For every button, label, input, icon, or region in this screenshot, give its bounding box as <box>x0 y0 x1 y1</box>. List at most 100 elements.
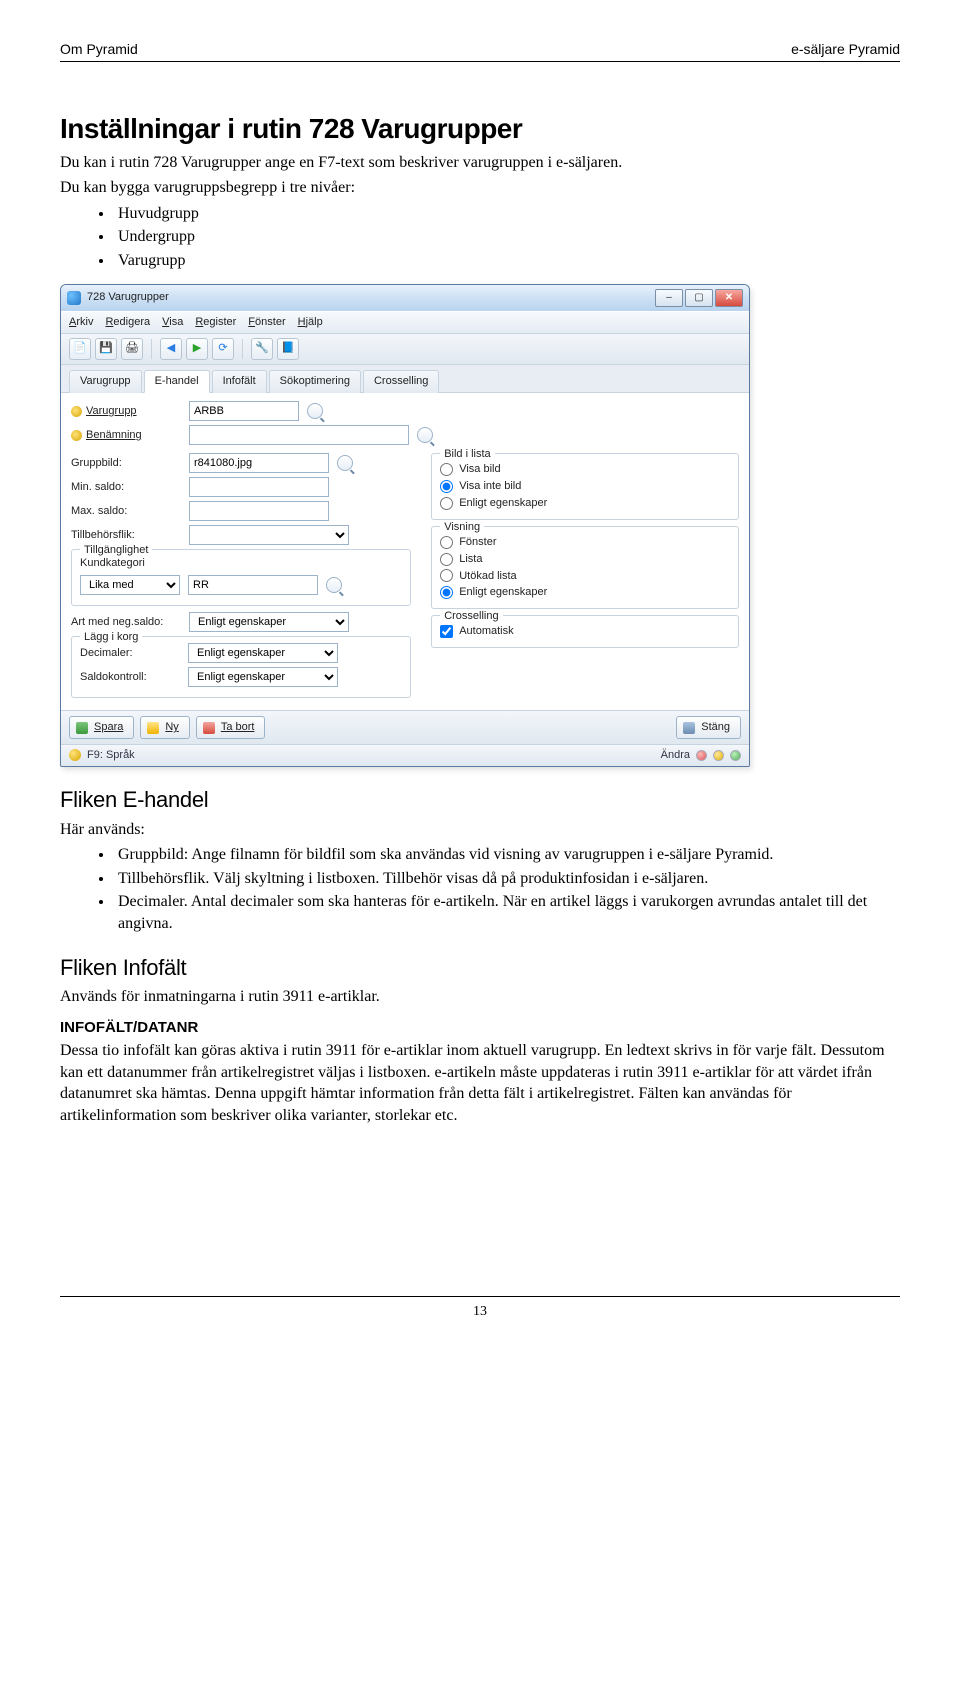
group-title: Bild i lista <box>440 447 494 462</box>
tab-sokoptimering[interactable]: Sökoptimering <box>269 370 361 394</box>
search-icon[interactable] <box>307 403 323 419</box>
group-title: Visning <box>440 520 484 535</box>
tab-row: Varugrupp E-handel Infofält Sökoptimerin… <box>61 365 749 394</box>
search-icon[interactable] <box>337 455 353 471</box>
status-right-text: Ändra <box>661 748 690 763</box>
toolbar-btn-7[interactable]: 🔧 <box>251 338 273 360</box>
minsaldo-input[interactable] <box>189 477 329 497</box>
ehandel-intro: Här används: <box>60 819 900 841</box>
gruppbild-input[interactable] <box>189 453 329 473</box>
toolbar-btn-3[interactable]: 🖨 <box>121 338 143 360</box>
save-button[interactable]: Spara <box>69 716 134 739</box>
menu-hjalp[interactable]: Hjälp <box>298 315 323 330</box>
tool-icon: 🔧 <box>255 341 269 356</box>
refresh-icon: ⟳ <box>218 341 227 356</box>
footer-rule <box>60 1296 900 1297</box>
window-title: 728 Varugrupper <box>87 290 649 305</box>
search-icon[interactable] <box>417 427 433 443</box>
app-icon <box>67 291 81 305</box>
titlebar: 728 Varugrupper – ▢ ✕ <box>61 285 749 311</box>
benamning-input[interactable] <box>189 425 409 445</box>
radio-enligt-egenskaper-vis[interactable]: Enligt egenskaper <box>440 585 730 600</box>
toolbar-refresh[interactable]: ⟳ <box>212 338 234 360</box>
varugrupp-input[interactable] <box>189 401 299 421</box>
toolbar-nav-fwd[interactable]: ▶ <box>186 338 208 360</box>
tillbehorsflik-label: Tillbehörsflik: <box>71 528 181 543</box>
list-item: Huvudgrupp <box>114 203 900 225</box>
infofalt-intro: Används för inmatningarna i rutin 3911 e… <box>60 986 900 1008</box>
radio-fonster[interactable]: Fönster <box>440 535 730 550</box>
tab-infofalt[interactable]: Infofält <box>212 370 267 394</box>
print-icon: 🖨 <box>125 341 139 356</box>
saldokontroll-select[interactable]: Enligt egenskaper <box>188 667 338 687</box>
intro-paragraph-1: Du kan i rutin 728 Varugrupper ange en F… <box>60 152 900 174</box>
status-dot-red <box>696 750 707 761</box>
group-crosselling: Crosselling Automatisk <box>431 615 739 648</box>
menu-redigera[interactable]: Redigera <box>105 315 150 330</box>
tillbehorsflik-select[interactable] <box>189 525 349 545</box>
decimaler-select[interactable]: Enligt egenskaper <box>188 643 338 663</box>
group-visning: Visning Fönster Lista Utökad lista Enlig… <box>431 526 739 609</box>
list-item: Varugrupp <box>114 250 900 272</box>
save-icon <box>76 722 88 734</box>
group-laggikorg: Lägg i korg Decimaler: Enligt egenskaper… <box>71 636 411 698</box>
key-icon <box>71 430 82 441</box>
likamed-input[interactable] <box>188 575 318 595</box>
check-automatisk[interactable]: Automatisk <box>440 624 730 639</box>
kundkategori-label: Kundkategori <box>80 556 180 571</box>
tab-crosselling[interactable]: Crosselling <box>363 370 439 394</box>
artnegsaldo-select[interactable]: Enligt egenskaper <box>189 612 349 632</box>
menu-arkiv[interactable]: Arkiv <box>69 315 93 330</box>
page-number: 13 <box>60 1303 900 1322</box>
list-item: Decimaler. Antal decimaler som ska hante… <box>114 891 900 934</box>
tab-varugrupp[interactable]: Varugrupp <box>69 370 142 394</box>
close-window-button[interactable]: ✕ <box>715 289 743 307</box>
heading-1: Inställningar i rutin 728 Varugrupper <box>60 110 900 148</box>
search-icon[interactable] <box>326 577 342 593</box>
decimaler-label: Decimaler: <box>80 646 180 661</box>
toolbar-btn-1[interactable]: 📄 <box>69 338 91 360</box>
header-right: e-säljare Pyramid <box>791 40 900 59</box>
status-dot-green <box>730 750 741 761</box>
page-header: Om Pyramid e-säljare Pyramid <box>60 40 900 62</box>
back-icon: ◀ <box>167 341 175 356</box>
status-icon <box>69 749 81 761</box>
artnegsaldo-label: Art med neg.saldo: <box>71 615 181 630</box>
menu-visa[interactable]: Visa <box>162 315 183 330</box>
delete-icon <box>203 722 215 734</box>
header-left: Om Pyramid <box>60 40 138 59</box>
ehandel-list: Gruppbild: Ange filnamn för bildfil som … <box>114 844 900 934</box>
list-item: Gruppbild: Ange filnamn för bildfil som … <box>114 844 900 866</box>
radio-enligt-egenskaper-bild[interactable]: Enligt egenskaper <box>440 496 730 511</box>
close-icon <box>683 722 695 734</box>
minimize-button[interactable]: – <box>655 289 683 307</box>
maxsaldo-input[interactable] <box>189 501 329 521</box>
window-controls: – ▢ ✕ <box>655 289 743 307</box>
radio-visa-inte-bild[interactable]: Visa inte bild <box>440 479 730 494</box>
new-icon <box>147 722 159 734</box>
new-button[interactable]: Ny <box>140 716 189 739</box>
radio-lista[interactable]: Lista <box>440 552 730 567</box>
form-area: Varugrupp Benämning Gruppbild: Min. sald… <box>61 393 749 710</box>
levels-list: Huvudgrupp Undergrupp Varugrupp <box>114 203 900 272</box>
menu-fonster[interactable]: Fönster <box>248 315 285 330</box>
toolbar-btn-2[interactable]: 💾 <box>95 338 117 360</box>
toolbar-btn-8[interactable]: 📘 <box>277 338 299 360</box>
doc-icon: 📄 <box>73 341 87 356</box>
delete-button[interactable]: Ta bort <box>196 716 266 739</box>
menubar: Arkiv Redigera Visa Register Fönster Hjä… <box>61 311 749 334</box>
toolbar: 📄 💾 🖨 ◀ ▶ ⟳ 🔧 📘 <box>61 334 749 365</box>
radio-utokad-lista[interactable]: Utökad lista <box>440 569 730 584</box>
tab-ehandel[interactable]: E-handel <box>144 370 210 394</box>
maximize-button[interactable]: ▢ <box>685 289 713 307</box>
close-button[interactable]: Stäng <box>676 716 741 739</box>
radio-visa-bild[interactable]: Visa bild <box>440 462 730 477</box>
menu-register[interactable]: Register <box>195 315 236 330</box>
subheading-infofalt-datanr: INFOFÄLT/DATANR <box>60 1018 900 1038</box>
status-dot-yellow <box>713 750 724 761</box>
likamed-mode-select[interactable]: Lika med <box>80 575 180 595</box>
statusbar: F9: Språk Ändra <box>61 744 749 766</box>
toolbar-nav-back[interactable]: ◀ <box>160 338 182 360</box>
intro-paragraph-2: Du kan bygga varugruppsbegrepp i tre niv… <box>60 177 900 199</box>
heading-fliken-infofalt: Fliken Infofält <box>60 953 900 983</box>
